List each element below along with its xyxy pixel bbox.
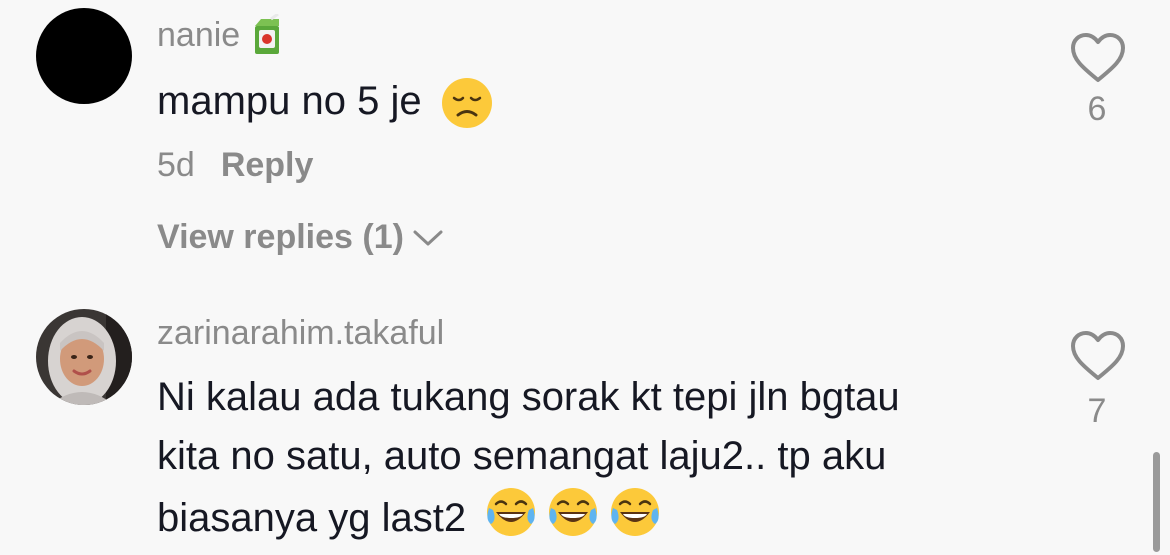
heart-icon[interactable] [1069,330,1127,382]
comment-meta: 5d Reply [157,146,313,185]
profile-photo [36,309,132,405]
reply-button[interactable]: Reply [221,146,314,185]
comment-age: 5d [157,146,195,184]
juice-box-icon [255,14,280,54]
view-replies-button[interactable]: View replies (1) [157,218,444,257]
like-count: 6 [1087,90,1107,128]
chevron-down-icon [413,230,443,245]
comment-text-line: kita no satu, auto semangat laju2.. tp a… [157,434,887,478]
disappointed-face-icon [441,78,492,129]
comment-text-line: Ni kalau ada tukang sorak kt tepi jln bg… [157,375,900,419]
avatar[interactable] [36,8,132,104]
like-count: 7 [1087,392,1107,430]
scrollbar[interactable] [1153,452,1160,552]
comment-text: mampu no 5 je [157,72,1037,131]
avatar[interactable] [36,309,132,405]
comment-text-line: biasanya yg last2 [157,486,1037,555]
comment-text: Ni kalau ada tukang sorak kt tepi jln bg… [157,368,1037,555]
comment-username[interactable]: nanie [157,14,284,56]
comment-username[interactable]: zarinarahim.takaful [157,314,444,353]
tears-of-joy-icon [485,486,669,555]
heart-icon[interactable] [1069,32,1127,84]
